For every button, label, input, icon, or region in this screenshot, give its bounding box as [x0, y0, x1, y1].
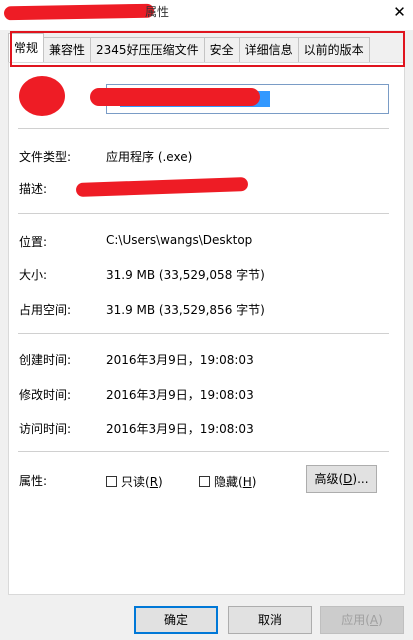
redacted-file-name — [90, 88, 260, 106]
hidden-checkbox-row[interactable]: 隐藏(H) — [199, 473, 256, 490]
redacted-file-icon — [19, 76, 65, 116]
divider-3 — [18, 333, 389, 334]
ok-button[interactable]: 确定 — [134, 606, 218, 634]
divider-1 — [18, 128, 389, 129]
apply-text: 应用 — [341, 613, 366, 627]
tab-general[interactable]: 常规 — [8, 33, 45, 62]
hidden-access-key: H — [242, 474, 252, 489]
readonly-checkbox-row[interactable]: 只读(R) — [106, 473, 163, 490]
advanced-text: 高级 — [314, 472, 339, 486]
apply-access-key: A — [369, 613, 379, 627]
redacted-title — [3, 3, 155, 21]
created-value: 2016年3月9日，19:08:03 — [106, 353, 254, 367]
readonly-access-key: R — [149, 474, 159, 489]
apply-button[interactable]: 应用(A) — [320, 606, 404, 634]
modified-value: 2016年3月9日，19:08:03 — [106, 388, 254, 402]
hidden-checkbox[interactable] — [199, 476, 210, 487]
tab-compatibility[interactable]: 兼容性 — [43, 37, 92, 62]
advanced-suffix: ... — [357, 472, 369, 486]
readonly-text: 只读 — [121, 475, 146, 489]
description-label: 描述: — [19, 182, 48, 196]
cancel-button[interactable]: 取消 — [228, 606, 312, 634]
hidden-text: 隐藏 — [214, 475, 239, 489]
accessed-label: 访问时间: — [19, 422, 72, 436]
file-type-label: 文件类型: — [19, 150, 72, 164]
file-type-value: 应用程序 (.exe) — [106, 150, 193, 164]
modified-label: 修改时间: — [19, 388, 72, 402]
size-value: 31.9 MB (33,529,058 字节) — [106, 268, 265, 282]
created-label: 创建时间: — [19, 353, 72, 367]
divider-2 — [18, 213, 389, 214]
tab-details[interactable]: 详细信息 — [238, 37, 299, 62]
disk-size-value: 31.9 MB (33,529,856 字节) — [106, 303, 265, 317]
advanced-button[interactable]: 高级(D)... — [306, 465, 377, 493]
tab-strip: 常规 兼容性 2345好压压缩文件 安全 详细信息 以前的版本 — [8, 33, 370, 63]
close-icon[interactable]: ✕ — [386, 0, 413, 24]
size-label: 大小: — [19, 268, 48, 282]
tab-2345-archive[interactable]: 2345好压压缩文件 — [90, 37, 205, 62]
advanced-access-key: D — [343, 472, 353, 486]
disk-size-label: 占用空间: — [19, 303, 72, 317]
attributes-label: 属性: — [19, 474, 48, 488]
window-title: 属性 — [145, 5, 170, 19]
location-label: 位置: — [19, 235, 48, 249]
readonly-checkbox[interactable] — [106, 476, 117, 487]
general-panel — [8, 62, 405, 595]
accessed-value: 2016年3月9日，19:08:03 — [106, 422, 254, 436]
tab-security[interactable]: 安全 — [203, 37, 240, 62]
tab-previous-versions[interactable]: 以前的版本 — [297, 37, 370, 62]
divider-4 — [18, 451, 389, 452]
location-value: C:\Users\wangs\Desktop — [106, 233, 253, 247]
